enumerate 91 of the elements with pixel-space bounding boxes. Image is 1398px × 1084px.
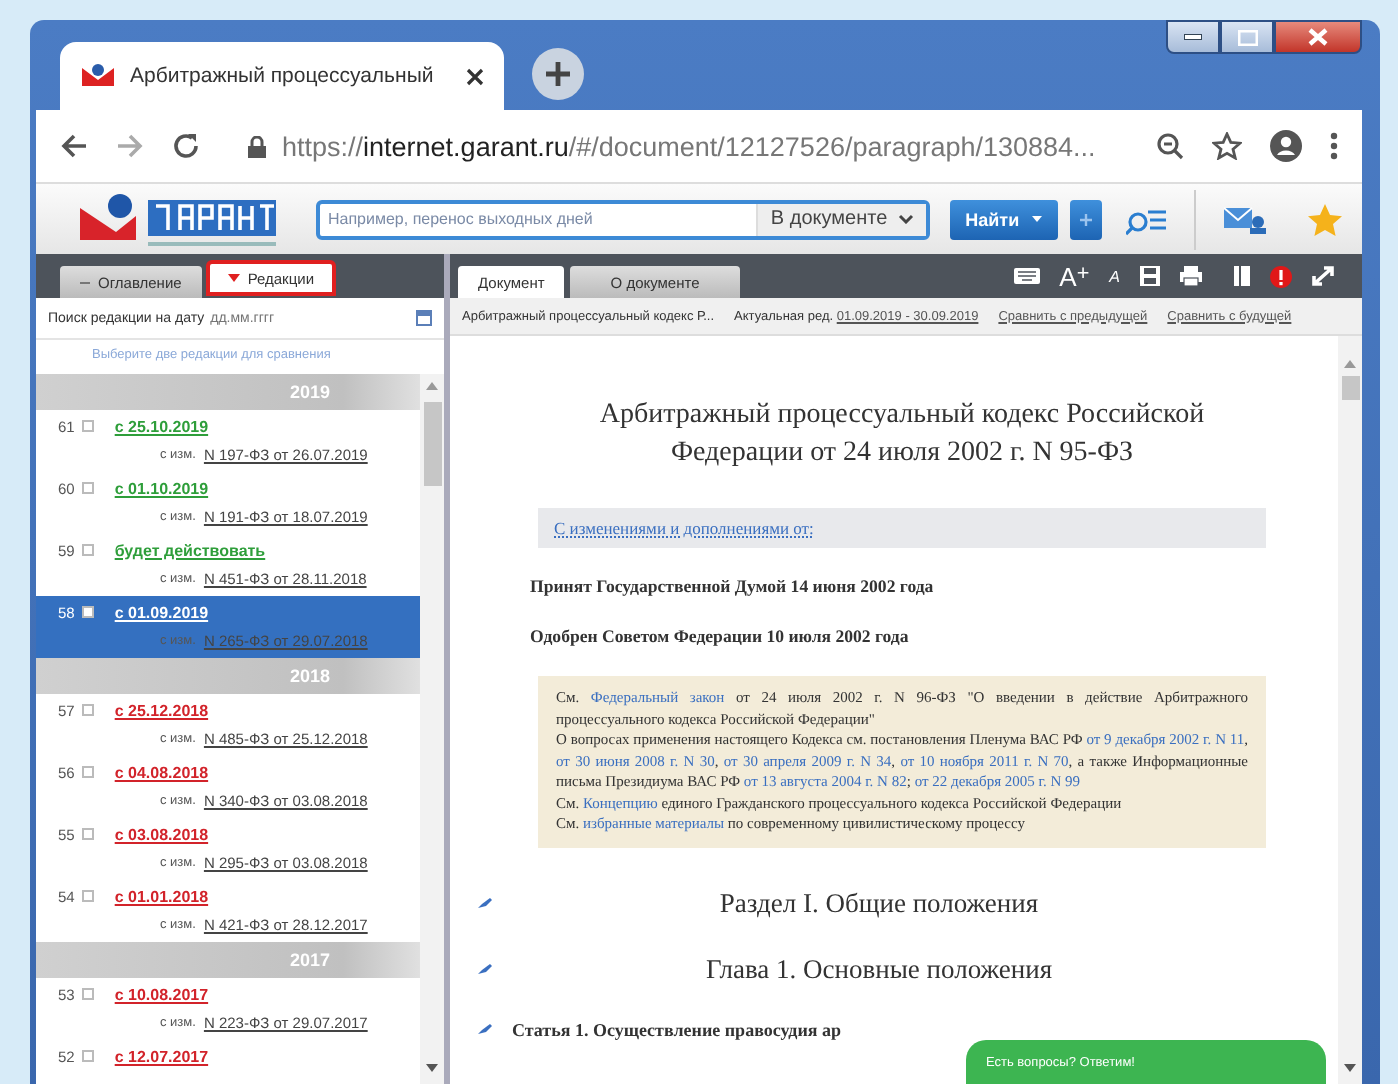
maximize-icon: [1237, 29, 1257, 45]
checkbox[interactable]: [82, 704, 95, 716]
account-icon: [1270, 130, 1302, 162]
down-arrow-icon: [426, 1064, 438, 1072]
pencil-icon[interactable]: [478, 1024, 492, 1034]
book-icon: [1234, 266, 1250, 286]
checkbox[interactable]: [82, 482, 95, 494]
approval-text: Одобрен Советом Федерации 10 июля 2002 года: [530, 626, 911, 646]
back-arrow-icon: [60, 134, 88, 158]
checkbox[interactable]: [82, 544, 95, 556]
forward-arrow-icon: [116, 134, 144, 158]
plus-icon: [1079, 213, 1092, 225]
zoom-button[interactable]: [1156, 132, 1184, 160]
font-increase-button[interactable]: A$^{+}$: [1059, 261, 1090, 291]
double-arrow-icon: [1312, 266, 1334, 286]
edition-date-link[interactable]: с 25.12.2018: [114, 701, 209, 719]
scrollbar[interactable]: [1338, 336, 1362, 1084]
zoom-out-icon: [1156, 132, 1184, 160]
checkbox[interactable]: [82, 766, 95, 778]
menu-button[interactable]: [1330, 132, 1338, 160]
warning-button[interactable]: [1270, 265, 1292, 287]
close-window-button[interactable]: [1274, 20, 1362, 54]
scrollbar-thumb[interactable]: [423, 402, 441, 486]
search-field[interactable]: Например, перенос выходных дней В документе: [316, 199, 930, 239]
scope-dropdown[interactable]: В документе: [756, 203, 926, 235]
menu-icon: [1330, 132, 1338, 160]
print-button[interactable]: [1180, 266, 1202, 286]
maximize-button[interactable]: [1220, 20, 1274, 54]
edition-date-link[interactable]: с 03.08.2018: [114, 825, 209, 843]
chevron-down-icon: [897, 214, 914, 224]
plus-icon: [546, 62, 570, 86]
printer-icon: [1180, 266, 1202, 286]
checkbox[interactable]: [82, 988, 95, 1000]
edition-date-link[interactable]: с 04.08.2018: [114, 763, 209, 781]
up-arrow-icon: [426, 382, 438, 390]
lock-icon: [248, 135, 266, 157]
back-button[interactable]: [60, 134, 88, 158]
account-button[interactable]: [1270, 130, 1302, 162]
star-icon: [1212, 132, 1242, 160]
caret-icon: [1031, 216, 1042, 222]
down-arrow-icon: [1344, 1064, 1356, 1072]
edition-date-link[interactable]: с 12.07.2017: [114, 1047, 209, 1065]
font-decrease-button[interactable]: A: [1109, 267, 1120, 285]
bookmark-button[interactable]: [1234, 266, 1250, 286]
checkbox[interactable]: [82, 890, 95, 902]
dash-icon: [80, 281, 90, 283]
year-header: 2018: [36, 658, 420, 694]
caret-down-icon: [227, 274, 240, 282]
document-title: Арбитражный процессуальный кодекс Российской Федерации от 24 июля 2002 г. N 95-ФЗ: [597, 398, 1207, 472]
scrollbar-thumb[interactable]: [1341, 376, 1359, 400]
keyboard-button[interactable]: [1013, 268, 1040, 284]
url-text: https://internet.garant.ru/#/document/12127526/paragraph/130884...: [282, 131, 1096, 161]
reload-button[interactable]: [172, 132, 200, 160]
year-header: 2019: [36, 374, 420, 410]
adoption-text: Принят Государственной Думой 14 июня 2002 года: [530, 576, 936, 596]
mail-button[interactable]: [1224, 204, 1268, 234]
find-button[interactable]: Найти: [949, 199, 1058, 239]
reload-icon: [172, 132, 200, 160]
up-arrow-icon: [1344, 360, 1356, 368]
minimize-icon: [1184, 34, 1202, 40]
pencil-icon[interactable]: [478, 964, 492, 974]
new-tab-button[interactable]: [532, 48, 584, 100]
keyboard-icon: [1013, 268, 1040, 284]
article-heading: Статья 1. Осуществление правосудия ар: [512, 1019, 842, 1039]
minimize-button[interactable]: [1166, 20, 1220, 54]
checkbox[interactable]: [82, 420, 95, 432]
edition-date-link[interactable]: с 01.01.2018: [114, 887, 209, 905]
checkbox[interactable]: [82, 606, 95, 618]
checkbox[interactable]: [82, 1050, 95, 1062]
pencil-icon[interactable]: [478, 898, 492, 908]
save-button[interactable]: [1140, 266, 1160, 286]
tab-title: Арбитражный процессуальный: [130, 64, 436, 88]
edition-date-link[interactable]: с 10.08.2017: [114, 985, 209, 1003]
year-header: 2017: [36, 942, 420, 978]
exclamation-icon: [1270, 265, 1292, 287]
scrollbar[interactable]: [420, 374, 444, 1084]
star-icon: [1308, 203, 1342, 235]
envelope-icon: [1224, 204, 1268, 234]
swap-button[interactable]: [1312, 266, 1334, 286]
browser-tab[interactable]: Арбитражный процессуальный: [60, 42, 504, 110]
calendar-icon[interactable]: [416, 310, 432, 326]
bookmark-button[interactable]: [1212, 132, 1242, 160]
search-options-button[interactable]: [1069, 199, 1103, 239]
envelope-logo-icon: [80, 64, 116, 88]
close-icon: [1308, 28, 1328, 46]
edition-date-link[interactable]: с 01.09.2019: [114, 603, 209, 621]
section-heading: Раздел I. Общие положения: [717, 887, 1041, 919]
close-icon: [466, 67, 484, 85]
section-heading: Глава 1. Основные положения: [703, 953, 1055, 985]
changes-link[interactable]: С изменениями и дополнениями от:: [554, 518, 814, 538]
checkbox[interactable]: [82, 828, 95, 840]
